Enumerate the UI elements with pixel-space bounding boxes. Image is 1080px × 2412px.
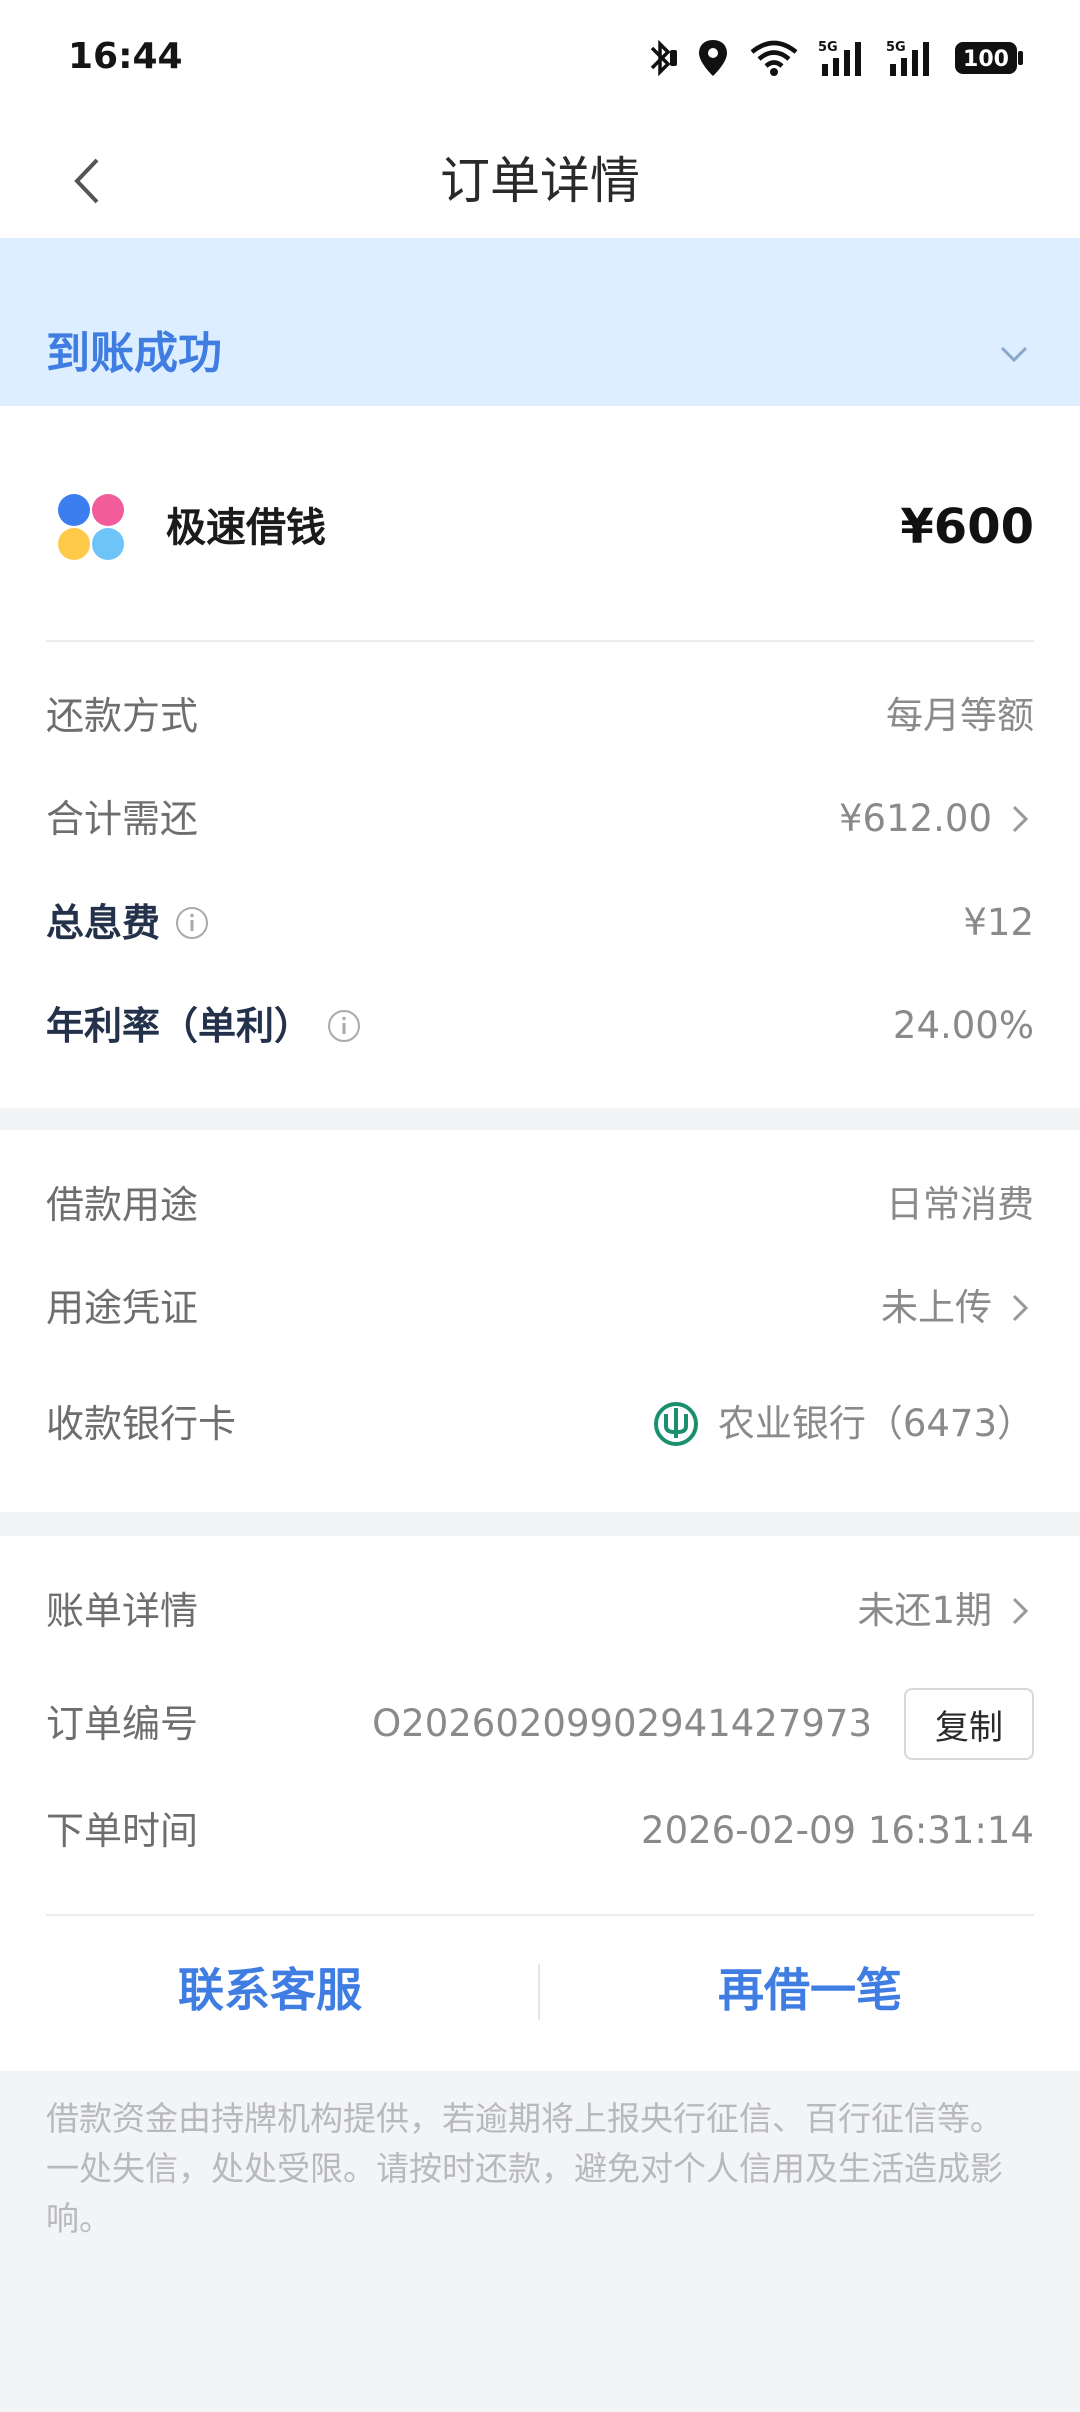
bill-details-row[interactable]: 账单详情 未还1期: [46, 1576, 1034, 1646]
voucher-value-wrap: 未上传: [881, 1278, 1034, 1338]
total-interest-label-wrap: 总息费: [46, 893, 210, 953]
bank-card-value: 农业银行（6473）: [717, 1402, 1034, 1445]
total-due-label: 合计需还: [46, 797, 199, 841]
bill-details-value: 未还1期: [857, 1589, 992, 1632]
chevron-down-icon[interactable]: [994, 334, 1034, 374]
bluetooth-icon: [650, 39, 677, 77]
loan-amount: ¥600: [900, 499, 1034, 555]
product-row: 极速借钱 ¥600: [46, 476, 1034, 586]
disclaimer-text: 借款资金由持牌机构提供，若逾期将上报央行征信、百行征信等。一处失信，处处受限。请…: [46, 2099, 1003, 2238]
bank-card-value-wrap: 农业银行（6473）: [652, 1394, 1034, 1454]
voucher-row[interactable]: 用途凭证 未上传: [46, 1273, 1034, 1343]
bill-details-value-wrap: 未还1期: [857, 1581, 1034, 1641]
chevron-right-icon: [1012, 1294, 1029, 1322]
repayment-method-row: 还款方式 每月等额: [46, 681, 1034, 751]
wifi-icon: [750, 40, 798, 76]
product-logo-icon: [58, 494, 124, 560]
signal-5g-icon: 5G: [818, 40, 861, 76]
repayment-method-value: 每月等额: [886, 694, 1034, 737]
info-icon[interactable]: [174, 905, 210, 941]
status-icons: 5G 5G 100: [644, 34, 1024, 82]
info-icon[interactable]: [326, 1008, 362, 1044]
total-interest-value: ¥12: [963, 901, 1034, 944]
status-bar: 16:44 5G 5G 100: [0, 0, 1080, 124]
divider: [46, 1914, 1034, 1916]
order-number-value-wrap: O20260209902941427973 复制: [372, 1688, 1034, 1760]
copy-button[interactable]: 复制: [904, 1688, 1034, 1760]
purpose-row: 借款用途 日常消费: [46, 1170, 1034, 1240]
order-time-value: 2026-02-09 16:31:14: [641, 1809, 1034, 1852]
battery-icon: 100: [955, 42, 1023, 74]
battery-level: 100: [963, 47, 1009, 72]
total-due-value: ¥612.00: [838, 797, 992, 840]
voucher-label: 用途凭证: [46, 1286, 199, 1330]
network-label: 5G: [818, 40, 838, 55]
loan-summary-card: 极速借钱 ¥600 还款方式 每月等额 合计需还 ¥612.00 总息费 ¥12…: [0, 406, 1080, 1108]
order-time-label: 下单时间: [46, 1809, 199, 1853]
annual-rate-label-wrap: 年利率（单利）: [46, 996, 362, 1056]
product-name: 极速借钱: [166, 505, 326, 551]
total-interest-label: 总息费: [46, 901, 161, 945]
total-due-value-wrap: ¥612.00: [839, 789, 1034, 849]
loan-status: 到账成功: [46, 328, 222, 379]
network-label-2: 5G: [886, 40, 906, 55]
status-banner[interactable]: 到账成功: [0, 238, 1080, 406]
bank-card-label: 收款银行卡: [46, 1402, 237, 1446]
nav-bar: 订单详情: [0, 124, 1080, 238]
total-due-row[interactable]: 合计需还 ¥612.00: [46, 784, 1034, 854]
purpose-label: 借款用途: [46, 1183, 199, 1227]
status-time: 16:44: [68, 36, 183, 77]
voucher-value: 未上传: [881, 1286, 992, 1329]
bank-card-row: 收款银行卡 农业银行（6473）: [46, 1389, 1034, 1459]
contact-support-button[interactable]: 联系客服: [0, 1950, 540, 2030]
page-title: 订单详情: [440, 152, 640, 210]
action-bar: 联系客服 再借一笔: [0, 1920, 1080, 2070]
bill-details-label: 账单详情: [46, 1589, 199, 1633]
order-number-value: O20260209902941427973: [372, 1702, 872, 1745]
abc-bank-icon: [653, 1402, 698, 1446]
chevron-right-icon: [1012, 1597, 1029, 1625]
purpose-card: 借款用途 日常消费 用途凭证 未上传 收款银行卡 农业银行（6473）: [0, 1130, 1080, 1512]
order-number-row: 订单编号 O20260209902941427973 复制: [46, 1684, 1034, 1764]
signal-5g-icon-2: 5G: [886, 40, 929, 76]
repayment-method-label: 还款方式: [46, 694, 199, 738]
order-number-label: 订单编号: [46, 1702, 199, 1746]
purpose-value: 日常消费: [886, 1183, 1034, 1226]
annual-rate-label: 年利率（单利）: [46, 1004, 313, 1048]
divider: [46, 640, 1034, 642]
total-interest-row: 总息费 ¥12: [46, 888, 1034, 958]
location-icon: [699, 40, 727, 76]
chevron-right-icon: [1012, 805, 1029, 833]
borrow-again-button[interactable]: 再借一笔: [540, 1950, 1080, 2030]
order-time-row: 下单时间 2026-02-09 16:31:14: [46, 1796, 1034, 1866]
annual-rate-row: 年利率（单利） 24.00%: [46, 991, 1034, 1061]
annual-rate-value: 24.00%: [892, 1004, 1034, 1047]
